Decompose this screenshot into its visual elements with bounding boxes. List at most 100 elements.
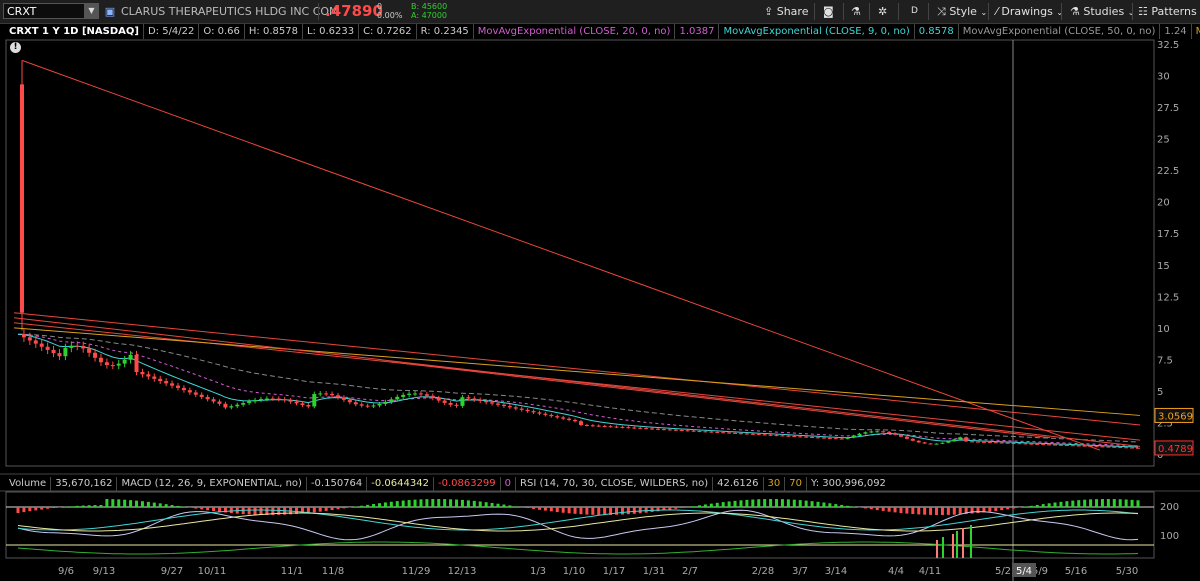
candle-body	[590, 425, 595, 427]
macd-histogram-bar	[194, 507, 198, 509]
candle-body	[792, 436, 797, 438]
candle-body	[602, 425, 607, 427]
volume-bar	[956, 531, 958, 558]
candle-body	[496, 403, 500, 405]
macd-histogram-bar	[775, 499, 779, 507]
x-axis-tick: 1/31	[643, 566, 665, 577]
macd-histogram-bar	[526, 507, 530, 509]
trend-line[interactable]	[389, 361, 1051, 439]
candle-body	[454, 404, 459, 406]
macd-histogram-bar	[792, 499, 796, 507]
x-axis-tick: 1/3	[530, 566, 546, 577]
candle-body	[715, 431, 720, 433]
candle-body	[620, 426, 625, 428]
volume-bar	[962, 528, 964, 558]
candle-body	[199, 394, 204, 397]
macd-histogram-bar	[123, 499, 127, 507]
price-axis-tick: 22.5	[1157, 166, 1179, 177]
candle-body	[768, 434, 773, 436]
macd-histogram-bar	[810, 501, 814, 507]
macd-histogram-bar	[1100, 499, 1104, 507]
candle-body	[531, 411, 536, 413]
candle-body	[294, 401, 299, 404]
candle-body	[596, 425, 601, 427]
candle-body	[413, 393, 418, 395]
lower-axis-tick: 100	[1160, 531, 1179, 542]
candle-body	[460, 397, 465, 406]
candle-body	[1011, 442, 1016, 444]
candle-body	[650, 428, 655, 430]
candle-body	[336, 395, 340, 398]
candle-body	[721, 432, 726, 434]
macd-histogram-bar	[466, 500, 470, 507]
price-axis-tick: 20	[1157, 198, 1170, 209]
price-axis-tick: 25	[1157, 135, 1170, 146]
macd-histogram-bar	[958, 507, 962, 515]
x-axis-tick: 3/14	[825, 566, 847, 577]
macd-histogram-bar	[93, 505, 97, 507]
ema9-line	[17, 333, 1139, 448]
trend-line[interactable]	[13, 317, 1141, 447]
candle-body	[347, 399, 352, 403]
macd-histogram-bar	[935, 507, 939, 515]
macd-histogram-bar	[828, 503, 832, 507]
macd-histogram-bar	[721, 502, 725, 507]
macd-histogram-bar	[52, 507, 56, 509]
x-axis-tick: 1/17	[603, 566, 625, 577]
trend-line[interactable]	[13, 322, 1141, 441]
candle-body	[993, 442, 998, 444]
trend-line[interactable]	[13, 312, 1141, 426]
candle-body	[928, 443, 933, 445]
candle-body	[1064, 445, 1069, 447]
macd-histogram-bar	[176, 505, 180, 507]
macd-histogram-bar	[1077, 500, 1081, 507]
macd-histogram-bar	[674, 507, 678, 509]
macd-histogram-bar	[1012, 507, 1016, 509]
price-axis-tick: 12.5	[1157, 292, 1179, 303]
macd-histogram-bar	[46, 507, 50, 509]
trend-line[interactable]	[13, 327, 1141, 416]
candle-body	[33, 340, 38, 344]
macd-histogram-bar	[709, 503, 713, 507]
candle-body	[1124, 447, 1129, 449]
chart-canvas[interactable]: 32.53027.52522.52017.51512.5107.552.503.…	[0, 0, 1200, 581]
candle-body	[430, 395, 435, 399]
candle-body	[733, 432, 738, 434]
macd-histogram-bar	[81, 505, 85, 507]
macd-histogram-bar	[1041, 504, 1045, 507]
macd-histogram-bar	[1136, 500, 1140, 507]
macd-histogram-bar	[146, 501, 150, 507]
macd-histogram-bar	[75, 505, 79, 507]
macd-histogram-bar	[899, 507, 903, 513]
candle-body	[247, 401, 252, 404]
macd-histogram-bar	[342, 507, 346, 509]
candle-body	[786, 435, 791, 437]
candle-body	[418, 393, 423, 395]
candle-body	[916, 440, 921, 443]
candle-body	[910, 438, 915, 441]
macd-histogram-bar	[1118, 499, 1122, 507]
macd-histogram-bar	[1017, 507, 1021, 508]
macd-histogram-bar	[751, 499, 755, 507]
candle-body	[1112, 446, 1117, 448]
macd-histogram-bar	[1112, 499, 1116, 507]
candle-body	[21, 334, 26, 338]
macd-histogram-bar	[929, 507, 933, 515]
macd-histogram-bar	[87, 505, 91, 507]
candle-body	[709, 431, 714, 433]
candle-body	[549, 414, 554, 417]
macd-histogram-bar	[739, 500, 743, 507]
candle-body	[780, 435, 785, 437]
macd-histogram-bar	[786, 499, 790, 507]
cursor-date-label: 5/4	[1016, 566, 1032, 577]
macd-histogram-bar	[715, 502, 719, 507]
candle-body	[875, 431, 880, 433]
macd-histogram-bar	[1029, 505, 1033, 507]
macd-histogram-bar	[591, 507, 595, 515]
candle-body	[436, 398, 441, 401]
candle-body	[703, 431, 708, 433]
macd-histogram-bar	[502, 504, 506, 507]
macd-histogram-bar	[366, 504, 370, 507]
candle-body	[365, 405, 370, 407]
candle-body	[110, 365, 115, 367]
